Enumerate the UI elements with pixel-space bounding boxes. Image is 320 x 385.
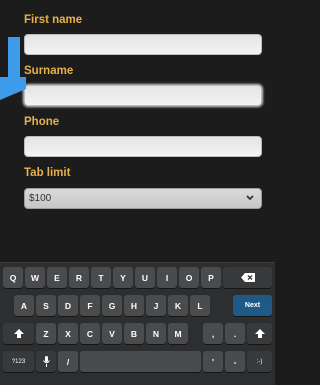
- key-j[interactable]: J: [146, 295, 166, 316]
- key-w[interactable]: W: [25, 267, 45, 288]
- shift-icon: [254, 329, 265, 338]
- shift-key-left[interactable]: [3, 323, 34, 344]
- key-x[interactable]: X: [58, 323, 78, 344]
- key-p[interactable]: P: [201, 267, 221, 288]
- on-screen-keyboard: Q W E R T Y U I O P A S D F G H J K L Ne…: [0, 262, 275, 385]
- key-period[interactable]: .: [225, 323, 245, 344]
- key-s[interactable]: S: [36, 295, 56, 316]
- emoticon-key[interactable]: :-): [247, 351, 272, 372]
- key-u[interactable]: U: [135, 267, 155, 288]
- shift-key-right[interactable]: [247, 323, 272, 344]
- key-k[interactable]: K: [168, 295, 188, 316]
- form-area: First name Surname Phone Tab limit $100: [0, 0, 275, 262]
- first-name-label: First name: [24, 14, 83, 26]
- key-a[interactable]: A: [14, 295, 34, 316]
- key-c[interactable]: C: [80, 323, 100, 344]
- key-slash[interactable]: /: [58, 351, 78, 372]
- key-y[interactable]: Y: [113, 267, 133, 288]
- first-name-field[interactable]: [24, 34, 262, 55]
- key-l[interactable]: L: [190, 295, 210, 316]
- key-b[interactable]: B: [124, 323, 144, 344]
- key-v[interactable]: V: [102, 323, 122, 344]
- key-o[interactable]: O: [179, 267, 199, 288]
- key-q[interactable]: Q: [3, 267, 23, 288]
- tab-limit-select[interactable]: $100: [24, 188, 262, 209]
- key-r[interactable]: R: [69, 267, 89, 288]
- key-f[interactable]: F: [80, 295, 100, 316]
- backspace-key[interactable]: [223, 267, 272, 288]
- tab-limit-label: Tab limit: [24, 167, 71, 179]
- tab-limit-value: $100: [29, 193, 52, 204]
- key-h[interactable]: H: [124, 295, 144, 316]
- key-e[interactable]: E: [47, 267, 67, 288]
- phone-field[interactable]: [24, 136, 262, 157]
- key-apostrophe[interactable]: ': [203, 351, 223, 372]
- key-t[interactable]: T: [91, 267, 111, 288]
- key-m[interactable]: M: [168, 323, 188, 344]
- key-g[interactable]: G: [102, 295, 122, 316]
- surname-label: Surname: [24, 65, 74, 77]
- key-n[interactable]: N: [146, 323, 166, 344]
- shift-icon: [13, 329, 24, 338]
- phone-label: Phone: [24, 116, 60, 128]
- space-key[interactable]: [80, 351, 201, 372]
- key-z[interactable]: Z: [36, 323, 56, 344]
- key-dash[interactable]: -: [225, 351, 245, 372]
- surname-field[interactable]: [24, 85, 262, 106]
- microphone-icon: [42, 356, 50, 367]
- chevron-down-icon: [246, 195, 254, 201]
- next-key[interactable]: Next: [233, 295, 272, 316]
- mic-key[interactable]: [36, 351, 56, 372]
- symbols-key[interactable]: ?123: [3, 351, 34, 372]
- key-comma[interactable]: ,: [203, 323, 223, 344]
- key-i[interactable]: I: [157, 267, 177, 288]
- backspace-icon: [240, 273, 255, 282]
- pointer-callout-icon: [0, 37, 26, 100]
- key-d[interactable]: D: [58, 295, 78, 316]
